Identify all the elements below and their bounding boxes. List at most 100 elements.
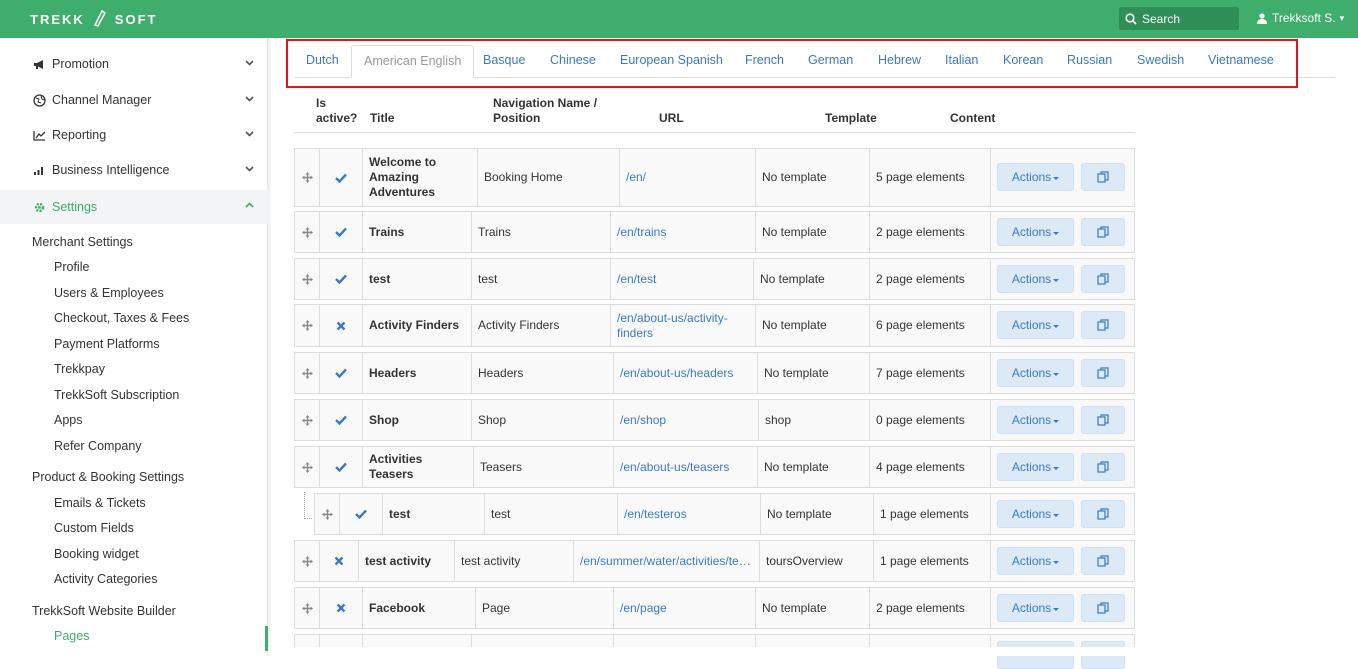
- sidebar-link-custom-fields[interactable]: Custom Fields: [54, 521, 134, 535]
- copy-icon: [1097, 602, 1109, 614]
- row-content: 4 page elements: [870, 447, 991, 487]
- row-nav-name: test: [472, 259, 611, 299]
- top-bar: TREKK SOFT Search Trekksoft S. ▾: [0, 0, 1358, 38]
- copy-button[interactable]: [1081, 265, 1125, 293]
- sidebar-item-settings[interactable]: Settings: [0, 190, 268, 224]
- column-header-navigation: Navigation Name / Position: [493, 96, 598, 125]
- row-template: No template: [756, 588, 870, 628]
- row-template: No template: [758, 353, 870, 393]
- copy-button[interactable]: [1081, 311, 1125, 339]
- actions-button[interactable]: Actions: [997, 265, 1074, 293]
- table-row: test activity test activity /en/summer/w…: [294, 540, 1135, 582]
- sidebar-link-refer-company[interactable]: Refer Company: [54, 439, 142, 453]
- copy-icon: [1097, 273, 1109, 285]
- copy-button[interactable]: [1081, 359, 1125, 387]
- row-nav-name: Trains: [472, 212, 611, 252]
- sidebar-link-payment-platforms[interactable]: Payment Platforms: [54, 337, 160, 351]
- sidebar-item-business-intelligence[interactable]: Business Intelligence: [0, 153, 268, 187]
- table-row: Activity Finders Activity Finders /en/ab…: [294, 304, 1135, 347]
- drag-handle-icon[interactable]: [315, 494, 340, 534]
- drag-handle-icon[interactable]: [295, 305, 320, 346]
- user-icon: [1257, 12, 1267, 24]
- row-title: test: [363, 259, 472, 299]
- header-divider: [294, 132, 1135, 133]
- check-icon[interactable]: [320, 212, 363, 252]
- sidebar-item-reporting[interactable]: Reporting: [0, 118, 268, 152]
- table-row: Shop Shop /en/shop shop 0 page elements …: [294, 399, 1135, 441]
- copy-button[interactable]: [1081, 218, 1125, 246]
- drag-handle-icon[interactable]: [295, 588, 320, 628]
- close-icon[interactable]: [320, 588, 363, 628]
- drag-handle-icon[interactable]: [295, 259, 320, 299]
- row-url-link[interactable]: /en/about-us/activity-finders: [611, 305, 756, 346]
- row-content: 5 page elements: [870, 149, 991, 206]
- row-url-link[interactable]: /en/about-us/teasers: [614, 447, 758, 487]
- column-header-content: Content: [950, 111, 996, 125]
- actions-button[interactable]: Actions: [997, 406, 1074, 434]
- row-url-link[interactable]: /en/shop: [614, 400, 759, 440]
- drag-handle-icon[interactable]: [295, 353, 320, 393]
- sidebar-link-apps[interactable]: Apps: [54, 413, 83, 427]
- sidebar-link-checkout-taxes-fees[interactable]: Checkout, Taxes & Fees: [54, 311, 189, 325]
- sidebar-group-product-booking-settings: Product & Booking Settings: [32, 470, 185, 484]
- row-url-link[interactable]: /en/page: [614, 588, 756, 628]
- actions-button[interactable]: Actions: [997, 163, 1074, 191]
- sidebar-item-promotion[interactable]: Promotion: [0, 47, 268, 81]
- copy-icon: [1097, 367, 1109, 379]
- sidebar-link-booking-widget[interactable]: Booking widget: [54, 547, 139, 561]
- copy-button[interactable]: [1081, 594, 1125, 622]
- sidebar-link-activity-categories[interactable]: Activity Categories: [54, 572, 158, 586]
- actions-button[interactable]: Actions: [997, 547, 1074, 575]
- check-icon[interactable]: [340, 494, 383, 534]
- actions-button[interactable]: Actions: [997, 594, 1074, 622]
- search-input[interactable]: Search: [1119, 7, 1239, 30]
- check-icon[interactable]: [320, 447, 363, 487]
- drag-handle-icon[interactable]: [295, 149, 320, 206]
- close-icon[interactable]: [320, 541, 359, 581]
- column-header-active: Is active?: [316, 96, 358, 125]
- row-url-link[interactable]: /en/summer/water/activities/te…: [574, 541, 760, 581]
- row-url-link[interactable]: /en/test: [611, 259, 754, 299]
- actions-button[interactable]: Actions: [997, 453, 1074, 481]
- copy-button[interactable]: [1081, 500, 1125, 528]
- copy-icon: [1097, 171, 1109, 183]
- row-title: Shop: [363, 400, 472, 440]
- trekksoft-logo[interactable]: TREKK SOFT: [30, 9, 157, 29]
- row-url-link[interactable]: /en/trains: [611, 212, 756, 252]
- row-url-link[interactable]: /en/: [620, 149, 756, 206]
- sidebar-link-emails-tickets[interactable]: Emails & Tickets: [54, 496, 146, 510]
- drag-handle-icon[interactable]: [295, 541, 320, 581]
- sidebar-link-pages[interactable]: Pages: [54, 629, 89, 643]
- actions-button[interactable]: Actions: [997, 311, 1074, 339]
- actions-label: Actions: [1011, 460, 1052, 474]
- sidebar-link-profile[interactable]: Profile: [54, 260, 89, 274]
- drag-handle-icon[interactable]: [295, 400, 320, 440]
- copy-button[interactable]: [1081, 163, 1125, 191]
- check-icon[interactable]: [320, 400, 363, 440]
- column-header-url: URL: [659, 111, 684, 125]
- actions-button[interactable]: Actions: [997, 359, 1074, 387]
- sidebar-link-trekksoft-subscription[interactable]: TrekkSoft Subscription: [54, 388, 179, 402]
- check-icon[interactable]: [320, 353, 363, 393]
- sidebar-link-users-employees[interactable]: Users & Employees: [54, 286, 164, 300]
- copy-button[interactable]: [1081, 453, 1125, 481]
- globe-icon: [32, 93, 46, 107]
- close-icon[interactable]: [320, 305, 363, 346]
- actions-label: Actions: [1011, 225, 1052, 239]
- copy-button[interactable]: [1081, 406, 1125, 434]
- sidebar-link-trekkpay[interactable]: Trekkpay: [54, 362, 105, 376]
- row-url-link[interactable]: /en/about-us/headers: [614, 353, 758, 393]
- caret-down-icon: [1053, 513, 1060, 517]
- actions-button[interactable]: Actions: [997, 218, 1074, 246]
- check-icon[interactable]: [320, 149, 363, 206]
- sidebar-item-channel-manager[interactable]: Channel Manager: [0, 83, 268, 117]
- copy-icon: [1097, 414, 1109, 426]
- copy-button[interactable]: [1081, 547, 1125, 575]
- user-menu[interactable]: Trekksoft S. ▾: [1257, 11, 1344, 25]
- row-url-link[interactable]: /en/testeros: [618, 494, 761, 534]
- check-icon[interactable]: [320, 259, 363, 299]
- actions-button[interactable]: Actions: [997, 500, 1074, 528]
- drag-handle-icon[interactable]: [295, 447, 320, 487]
- drag-handle-icon[interactable]: [295, 212, 320, 252]
- chevron-down-icon: [245, 96, 254, 102]
